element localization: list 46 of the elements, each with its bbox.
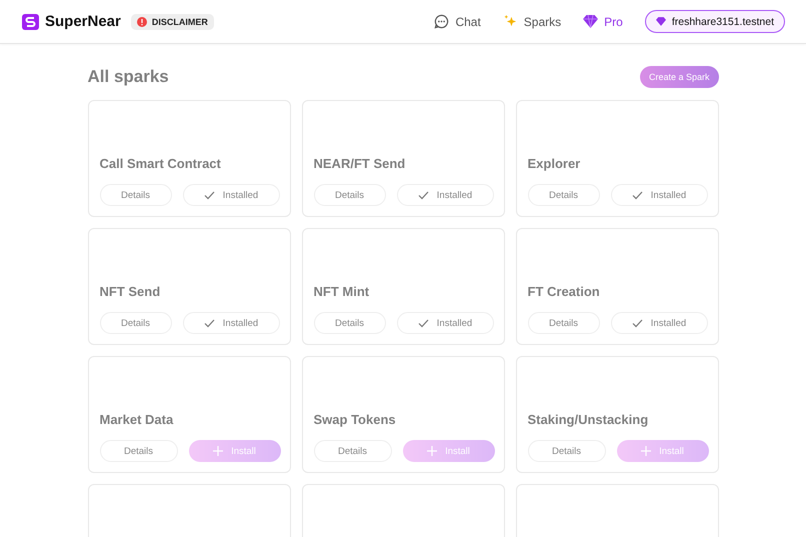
check-icon <box>204 190 215 200</box>
nav-link[interactable]: Sparks <box>502 14 562 29</box>
check-icon <box>418 318 429 328</box>
install-button[interactable]: Installed <box>182 184 280 206</box>
install-button[interactable]: Installed <box>610 184 708 206</box>
spark-title: NEAR/FT Send <box>314 156 406 171</box>
spark-title: Market Data <box>100 412 174 427</box>
details-button[interactable]: Details <box>100 184 172 206</box>
spark-title: Staking/Unstacking <box>528 412 650 427</box>
details-button[interactable]: Details <box>528 184 600 206</box>
details-button[interactable]: Details <box>528 440 606 462</box>
spark-title: Explorer <box>528 156 582 171</box>
spark-title: Swap Tokens <box>314 412 397 427</box>
details-button[interactable]: Details <box>314 440 392 462</box>
warning-icon <box>136 16 147 26</box>
diamond-icon <box>583 15 598 28</box>
disclaimer-button[interactable]: DISCLAIMER <box>130 14 214 30</box>
brand-name: SuperNear <box>45 13 121 30</box>
plus-icon <box>641 446 652 456</box>
nav-link[interactable]: Pro <box>583 14 623 28</box>
install-button[interactable]: Installed <box>396 184 494 206</box>
logo-icon <box>22 14 39 30</box>
details-button[interactable]: Details <box>314 312 386 334</box>
spark-title: NFT Send <box>100 284 162 299</box>
check-icon <box>632 318 643 328</box>
spark-title: NFT Mint <box>314 284 370 299</box>
details-button[interactable]: Details <box>528 312 600 334</box>
diamond-icon <box>656 17 666 26</box>
install-button[interactable]: Installed <box>396 312 494 334</box>
install-button[interactable]: Installed <box>182 312 280 334</box>
check-icon <box>204 318 215 328</box>
plus-icon <box>427 446 438 456</box>
details-button[interactable]: Details <box>100 312 172 334</box>
spark-title: FT Creation <box>528 284 601 299</box>
nav-link[interactable]: Chat <box>434 14 481 29</box>
account-button[interactable]: freshhare3151.testnet <box>644 10 785 33</box>
details-button[interactable]: Details <box>100 440 178 462</box>
details-button[interactable]: Details <box>314 184 386 206</box>
page-title: All sparks <box>88 67 169 87</box>
check-icon <box>632 190 643 200</box>
chat-icon <box>434 14 450 29</box>
check-icon <box>418 190 429 200</box>
create-spark-button[interactable]: Create a Spark <box>640 66 718 88</box>
plus-icon <box>213 446 224 456</box>
install-button[interactable]: Installed <box>610 312 708 334</box>
spark-title: Call Smart Contract <box>100 156 222 171</box>
